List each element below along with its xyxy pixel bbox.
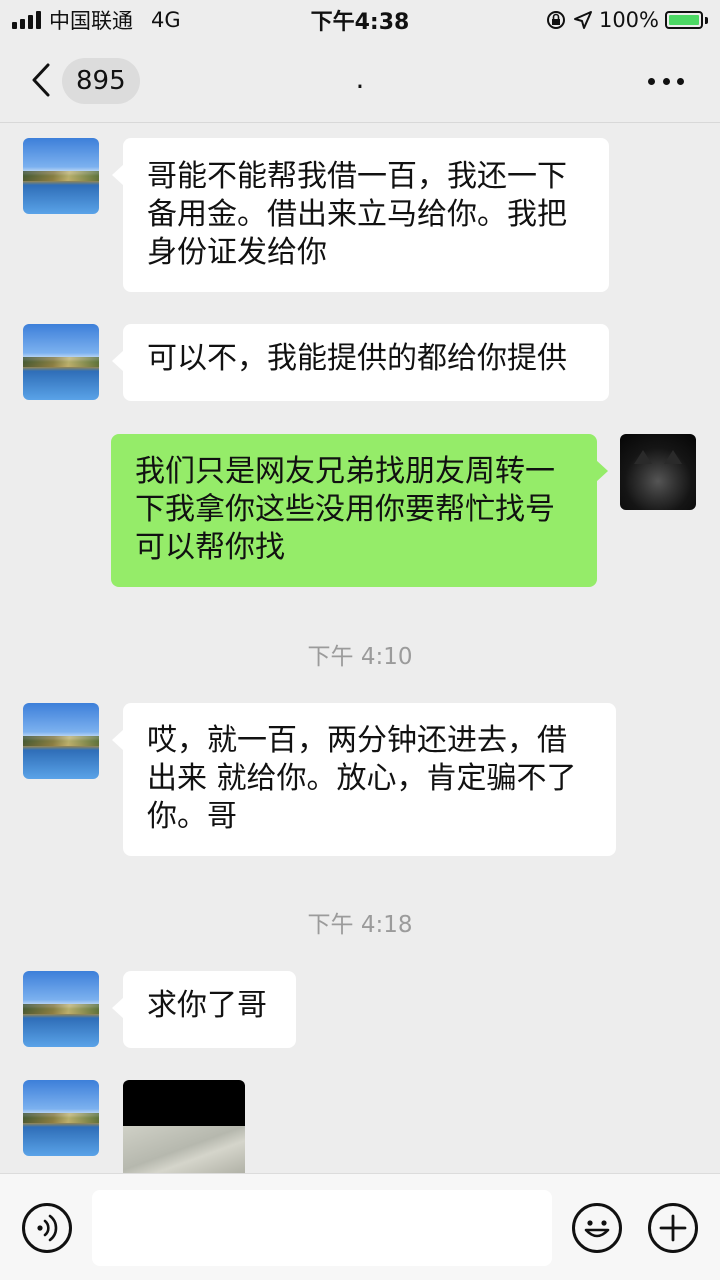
contact-avatar[interactable] bbox=[23, 324, 99, 400]
incoming-message[interactable]: 哥能不能帮我借一百，我还一下 备用金。借出来立马给你。我把 身份证发给你 bbox=[112, 138, 609, 292]
input-bar bbox=[0, 1173, 720, 1280]
chat-screen: 中国联通 4G 下午4:38 100% 895 . 哥能不能帮我借一百，我还一下… bbox=[0, 0, 720, 1280]
my-avatar[interactable] bbox=[620, 434, 696, 510]
rotation-lock-icon bbox=[546, 11, 565, 29]
message-input[interactable] bbox=[92, 1190, 552, 1266]
unread-count-badge[interactable]: 895 bbox=[62, 58, 140, 104]
status-bar: 中国联通 4G 下午4:38 100% bbox=[0, 0, 720, 40]
network-label: 4G bbox=[151, 8, 181, 32]
message-list[interactable]: 哥能不能帮我借一百，我还一下 备用金。借出来立马给你。我把 身份证发给你 可以不… bbox=[0, 123, 720, 1173]
signal-icon bbox=[12, 11, 41, 29]
voice-icon[interactable] bbox=[22, 1203, 72, 1253]
image-thumbnail bbox=[123, 1126, 245, 1173]
status-left: 中国联通 4G bbox=[0, 5, 181, 35]
contact-avatar[interactable] bbox=[23, 138, 99, 214]
battery-percent: 100% bbox=[598, 8, 659, 32]
battery-icon bbox=[665, 11, 703, 29]
more-icon[interactable] bbox=[648, 68, 684, 94]
emoji-icon[interactable] bbox=[572, 1203, 622, 1253]
carrier-label: 中国联通 bbox=[49, 9, 133, 33]
timestamp: 下午 4:18 bbox=[307, 912, 413, 938]
back-arrow-icon[interactable] bbox=[28, 62, 58, 98]
contact-avatar[interactable] bbox=[23, 1080, 99, 1156]
incoming-message[interactable]: 哎，就一百，两分钟还进去，借 出来 就给你。放心，肯定骗不了 你。哥 bbox=[112, 703, 616, 856]
status-right: 100% bbox=[545, 8, 720, 32]
outgoing-message[interactable]: 我们只是网友兄弟找朋友周转一 下我拿你这些没用你要帮忙找号 可以帮你找 bbox=[111, 434, 608, 587]
battery-tip bbox=[705, 16, 708, 24]
contact-avatar[interactable] bbox=[23, 703, 99, 779]
incoming-message[interactable]: 求你了哥 bbox=[112, 971, 296, 1048]
incoming-message[interactable]: 可以不，我能提供的都给你提供 bbox=[112, 324, 609, 401]
timestamp: 下午 4:10 bbox=[307, 644, 413, 670]
nav-bar: 895 . bbox=[0, 40, 720, 123]
location-icon bbox=[573, 11, 592, 29]
add-icon[interactable] bbox=[648, 1203, 698, 1253]
contact-avatar[interactable] bbox=[23, 971, 99, 1047]
image-message[interactable] bbox=[123, 1080, 245, 1173]
